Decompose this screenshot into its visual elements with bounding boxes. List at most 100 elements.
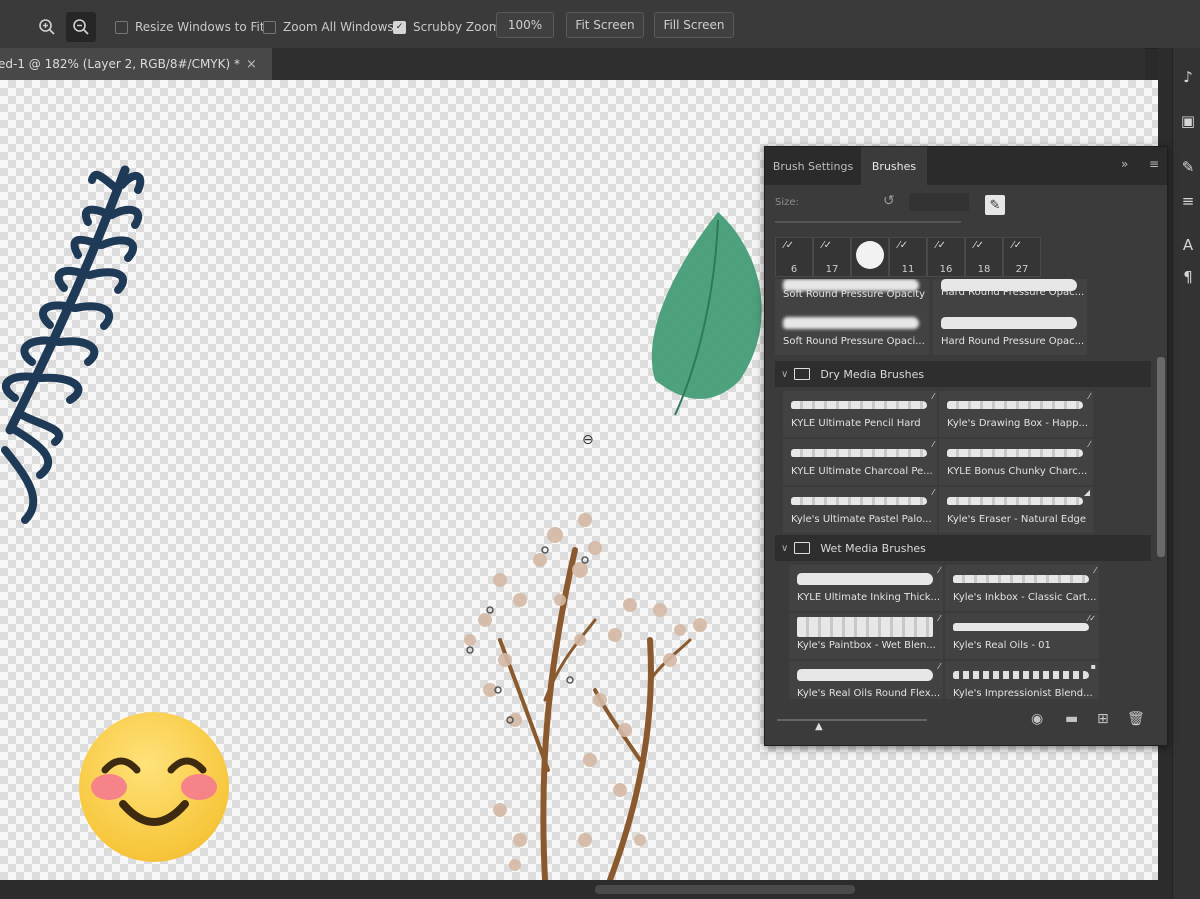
- recent-brush[interactable]: ⁄✓ 17: [813, 237, 851, 277]
- brush-item[interactable]: ⁄ KYLE Ultimate Charcoal Pe...: [783, 439, 937, 485]
- recent-brush[interactable]: ⁄✓ 27: [1003, 237, 1041, 277]
- eraser-icon: ◢: [1083, 488, 1090, 497]
- round-brush-icon: [856, 241, 884, 269]
- reset-icon[interactable]: ↺: [883, 193, 895, 209]
- brush-item[interactable]: Hard Round Pressure Opac...: [933, 309, 1087, 355]
- chevron-down-icon: ∨: [781, 542, 789, 554]
- document-tab-bar: ed-1 @ 182% (Layer 2, RGB/8#/CMYK) * ×: [0, 48, 1145, 80]
- brush-item[interactable]: ⁄ Kyle's Inkbox - Classic Cart...: [945, 565, 1099, 611]
- brush-item[interactable]: ⁄ Kyle's Paintbox - Wet Blen...: [789, 613, 943, 659]
- brush-row: ⁄ KYLE Ultimate Pencil Hard ⁄ Kyle's Drawi…: [775, 391, 1151, 439]
- panel-footer: ▲ ◉ ▬ ⊞ 🗑: [765, 705, 1167, 745]
- recent-brush[interactable]: ⁄✓ 18: [965, 237, 1003, 277]
- brush-row: ⁄ Kyle's Ultimate Pastel Palo... ◢ Kyle's …: [775, 487, 1151, 535]
- zoom-out-icon[interactable]: [66, 12, 96, 42]
- emoji-face: [91, 757, 217, 826]
- recent-brush[interactable]: ⁄✓ 6: [775, 237, 813, 277]
- brush-item[interactable]: ▪ Kyle's Impressionist Blend...: [945, 661, 1099, 699]
- panel-scrollbar[interactable]: [1157, 277, 1165, 697]
- brush-stroke-preview: [953, 671, 1089, 679]
- brush-item[interactable]: ⁄ KYLE Bonus Chunky Charc...: [939, 439, 1093, 485]
- resize-windows-label: Resize Windows to Fit: [135, 20, 265, 34]
- checkmark-icon: ✓: [393, 20, 406, 34]
- brush-stroke-preview: [797, 617, 933, 637]
- brush-group-wet-media[interactable]: ∨ Wet Media Brushes: [775, 535, 1151, 561]
- new-group-folder-icon[interactable]: ▬: [1065, 711, 1078, 727]
- folder-icon: [794, 368, 811, 380]
- zoom-100-button[interactable]: 100%: [496, 12, 554, 38]
- scrollbar-thumb[interactable]: [1157, 357, 1165, 557]
- recent-brush-selected[interactable]: [851, 237, 889, 277]
- character-icon[interactable]: A: [1177, 234, 1199, 256]
- scrubby-zoom-label: Scrubby Zoom: [413, 20, 501, 34]
- brush-item[interactable]: ⁄ Kyle's Real Oils Round Flex...: [789, 661, 943, 699]
- tab-brush-settings[interactable]: Brush Settings: [765, 147, 861, 185]
- brush-group-dry-media[interactable]: ∨ Dry Media Brushes: [775, 361, 1151, 387]
- paragraph-icon[interactable]: ¶: [1177, 266, 1199, 288]
- pen-pressure-icon: ⁄: [932, 440, 934, 449]
- brush-item[interactable]: ⁄ KYLE Ultimate Inking Thick...: [789, 565, 943, 611]
- recent-brush[interactable]: ⁄✓ 11: [889, 237, 927, 277]
- brush-item[interactable]: ⁄ KYLE Ultimate Pencil Hard: [783, 391, 937, 437]
- recent-brush[interactable]: ⁄✓ 16: [927, 237, 965, 277]
- trash-icon[interactable]: 🗑: [1127, 711, 1145, 727]
- document-tab[interactable]: ed-1 @ 182% (Layer 2, RGB/8#/CMYK) * ×: [0, 48, 272, 80]
- group-name: Wet Media Brushes: [820, 541, 926, 555]
- zoom-cursor-icon: ⊖: [582, 432, 594, 448]
- history-icon[interactable]: ♪: [1177, 66, 1199, 88]
- brush-row: ⁄ Kyle's Paintbox - Wet Blen... ⁄✓ Kyle's …: [775, 613, 1151, 661]
- new-brush-icon[interactable]: ⊞: [1097, 711, 1109, 727]
- pen-pressure-icon: ⁄: [1088, 392, 1090, 401]
- leaf-drawing: [651, 212, 762, 416]
- slider-handle-icon[interactable]: ▲: [815, 721, 823, 732]
- pen-pressure-icon: ⁄: [1094, 566, 1096, 575]
- scrubby-zoom-checkbox[interactable]: ✓ Scrubby Zoom: [393, 18, 501, 36]
- brushes-panel: Brush Settings Brushes » ≡ Size: ↺ ✎ ⁄✓ 6…: [764, 146, 1168, 746]
- brush-stroke-preview: [797, 573, 933, 585]
- brush-stroke-preview: [953, 623, 1089, 631]
- new-brush-icon[interactable]: ✎: [985, 195, 1005, 215]
- brush-stroke-preview: [783, 317, 919, 329]
- group-name: Dry Media Brushes: [820, 367, 925, 381]
- tab-brushes[interactable]: Brushes: [861, 147, 927, 185]
- size-label: Size:: [775, 197, 799, 208]
- brush-item[interactable]: ⁄✓ Kyle's Real Oils - 01: [945, 613, 1099, 659]
- visibility-toggle-icon[interactable]: ◉: [1031, 711, 1043, 727]
- horizontal-scrollbar[interactable]: [0, 880, 1172, 899]
- pen-pressure-icon: ⁄: [932, 488, 934, 497]
- brush-list: Soft Round Pressure Opacity Hard Round P…: [775, 279, 1155, 699]
- checkbox-box: [263, 20, 276, 34]
- brush-item[interactable]: Soft Round Pressure Opaci...: [775, 309, 929, 355]
- brush-stroke-preview: [953, 575, 1089, 583]
- brush-item[interactable]: ⁄ Kyle's Drawing Box - Happ...: [939, 391, 1093, 437]
- pen-pressure-icon: ⁄: [1088, 440, 1090, 449]
- folder-icon: [794, 542, 811, 554]
- panel-menu-icon[interactable]: ≡: [1149, 157, 1159, 171]
- panel-header: Brush Settings Brushes » ≡: [765, 147, 1167, 185]
- zoom-in-icon[interactable]: [32, 12, 62, 42]
- recent-brushes: ⁄✓ 6 ⁄✓ 17 ⁄✓ 11 ⁄✓ 16 ⁄✓ 18 ⁄✓ 27: [775, 237, 1041, 277]
- zoom-all-windows-checkbox[interactable]: Zoom All Windows: [263, 18, 394, 36]
- brush-icon[interactable]: ✎: [1177, 156, 1199, 178]
- comment-icon: ▪: [1090, 662, 1096, 671]
- size-slider[interactable]: [775, 221, 961, 223]
- 3d-cube-icon[interactable]: ▣: [1177, 110, 1199, 132]
- fern-drawing: [1, 165, 145, 524]
- chevron-down-icon: ∨: [781, 368, 789, 380]
- flower-drawing: [498, 547, 692, 880]
- preview-size-slider[interactable]: [777, 719, 927, 721]
- close-icon[interactable]: ×: [246, 57, 257, 72]
- brush-stroke-preview: [947, 449, 1083, 457]
- brush-row: ⁄ Kyle's Real Oils Round Flex... ▪ Kyle's …: [775, 661, 1151, 699]
- brush-item[interactable]: ⁄ Kyle's Ultimate Pastel Palo...: [783, 487, 937, 533]
- brush-settings-icon[interactable]: ≡: [1177, 190, 1199, 212]
- resize-windows-checkbox[interactable]: Resize Windows to Fit: [115, 18, 265, 36]
- collapse-icon[interactable]: »: [1121, 157, 1128, 171]
- fit-screen-button[interactable]: Fit Screen: [566, 12, 644, 38]
- fill-screen-button[interactable]: Fill Screen: [654, 12, 734, 38]
- size-field[interactable]: [909, 193, 969, 211]
- scrollbar-thumb[interactable]: [595, 885, 855, 894]
- brush-item[interactable]: ◢ Kyle's Eraser - Natural Edge: [939, 487, 1093, 533]
- pen-pressure-icon: ⁄: [938, 614, 940, 623]
- brush-stroke-preview: [947, 497, 1083, 505]
